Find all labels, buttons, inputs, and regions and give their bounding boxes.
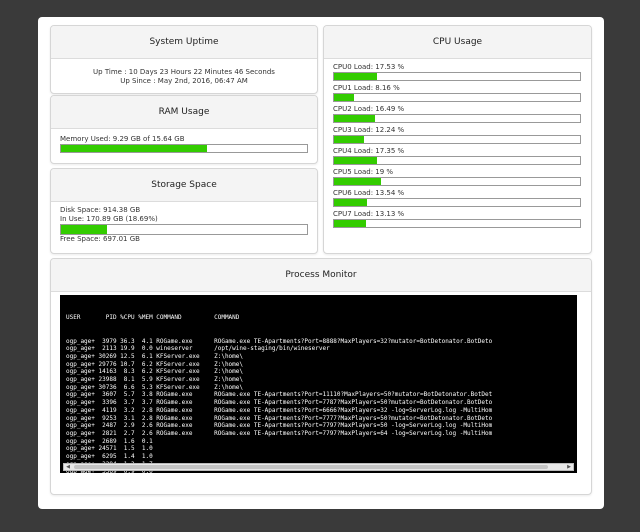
cpu-load-label: CPU2 Load: 16.49 % [333, 105, 405, 113]
cpu-load-label: CPU3 Load: 12.24 % [333, 126, 405, 134]
process-row: ogp_age+ 4119 3.2 2.8 ROGame.exe ROGame.… [66, 406, 493, 414]
cpu-row: CPU3 Load: 12.24 % [333, 126, 582, 147]
disk-in-use: In Use: 170.89 GB (18.69%) [60, 215, 158, 223]
process-panel: Process Monitor USER PID %CPU %MEM COMMA… [50, 258, 592, 495]
cpu-row: CPU0 Load: 17.53 % [333, 63, 582, 84]
cpu-load-fill [334, 220, 367, 227]
cpu-load-fill [334, 136, 365, 143]
ram-title: RAM Usage [51, 96, 317, 129]
disk-free: Free Space: 697.01 GB [60, 235, 140, 243]
cpu-load-label: CPU1 Load: 8.16 % [333, 84, 400, 92]
process-row: ogp_age+ 3979 36.3 4.1 ROGame.exe ROGame… [66, 337, 493, 345]
process-row: ogp_age+ 3607 5.7 3.8 ROGame.exe ROGame.… [66, 391, 493, 399]
cpu-load-bar [333, 114, 581, 123]
cpu-row: CPU5 Load: 19 % [333, 168, 582, 189]
storage-panel: Storage Space Disk Space: 914.38 GB In U… [50, 168, 318, 254]
process-row: ogp_age+ 3396 3.7 3.7 ROGame.exe ROGame.… [66, 399, 493, 407]
scroll-right-icon[interactable]: ▶ [565, 464, 573, 470]
process-row: ogp_age+ 24571 1.5 1.0 [66, 445, 153, 453]
uptime-since: Up Since : May 2nd, 2016, 06:47 AM [120, 77, 248, 85]
disk-space: Disk Space: 914.38 GB [60, 206, 141, 214]
cpu-load-bar [333, 198, 581, 207]
process-row: ogp_age+ 29776 10.7 6.2 KFServer.exe Z:\… [66, 360, 244, 368]
cpu-load-fill [334, 94, 355, 101]
cpu-row: CPU6 Load: 13.54 % [333, 189, 582, 210]
scroll-left-icon[interactable]: ◀ [64, 464, 72, 470]
storage-progress-fill [61, 225, 107, 234]
uptime-panel: System Uptime Up Time : 10 Days 23 Hours… [50, 25, 318, 94]
cpu-load-label: CPU4 Load: 17.35 % [333, 147, 405, 155]
cpu-load-fill [334, 157, 377, 164]
cpu-load-bar [333, 219, 581, 228]
cpu-load-bar [333, 177, 581, 186]
cpu-row: CPU2 Load: 16.49 % [333, 105, 582, 126]
cpu-load-bar [333, 93, 581, 102]
process-row: ogp_age+ 2821 2.7 2.6 ROGame.exe ROGame.… [66, 429, 493, 437]
process-row: ogp_age+ 2487 2.9 2.6 ROGame.exe ROGame.… [66, 422, 493, 430]
ram-panel: RAM Usage Memory Used: 9.29 GB of 15.64 … [50, 95, 318, 164]
process-title: Process Monitor [51, 259, 591, 292]
cpu-load-bar [333, 72, 581, 81]
cpu-load-fill [334, 199, 368, 206]
process-row: ogp_age+ 30269 12.5 6.1 KFServer.exe Z:\… [66, 352, 244, 360]
cpu-load-bar [333, 156, 581, 165]
scrollbar-thumb[interactable] [74, 465, 548, 469]
uptime-value: Up Time : 10 Days 23 Hours 22 Minutes 46… [93, 68, 275, 76]
horizontal-scrollbar[interactable]: ◀ ▶ [63, 463, 574, 471]
process-row: ogp_age+ 2113 19.9 0.0 wineserver /opt/w… [66, 345, 330, 353]
cpu-title: CPU Usage [324, 26, 591, 59]
process-row: ogp_age+ 6295 1.4 1.0 [66, 453, 153, 461]
cpu-row: CPU1 Load: 8.16 % [333, 84, 582, 105]
ram-progress-fill [61, 145, 208, 152]
ram-progress-bar [60, 144, 308, 153]
cpu-row: CPU4 Load: 17.35 % [333, 147, 582, 168]
process-row: ogp_age+ 2689 1.6 0.1 [66, 437, 153, 445]
process-row: ogp_age+ 30736 6.6 5.3 KFServer.exe Z:\h… [66, 383, 244, 391]
cpu-load-fill [334, 73, 378, 80]
cpu-load-fill [334, 178, 381, 185]
process-table-header: USER PID %CPU %MEM COMMAND COMMAND [66, 314, 240, 322]
process-row: ogp_age+ 23988 8.1 5.9 KFServer.exe Z:\h… [66, 376, 244, 384]
cpu-load-bar [333, 135, 581, 144]
process-terminal[interactable]: USER PID %CPU %MEM COMMAND COMMAND ogp_a… [60, 295, 577, 473]
process-row: ogp_age+ 9253 3.1 2.8 ROGame.exe ROGame.… [66, 414, 493, 422]
storage-progress-bar [60, 224, 308, 235]
cpu-row: CPU7 Load: 13.13 % [333, 210, 582, 231]
ram-label: Memory Used: 9.29 GB of 15.64 GB [60, 135, 185, 143]
uptime-title: System Uptime [51, 26, 317, 59]
cpu-panel: CPU Usage CPU0 Load: 17.53 % CPU1 Load: 8… [323, 25, 592, 254]
cpu-load-label: CPU7 Load: 13.13 % [333, 210, 405, 218]
cpu-load-fill [334, 115, 375, 122]
cpu-list: CPU0 Load: 17.53 % CPU1 Load: 8.16 % CPU2 … [324, 59, 591, 231]
cpu-load-label: CPU5 Load: 19 % [333, 168, 394, 176]
cpu-load-label: CPU0 Load: 17.53 % [333, 63, 405, 71]
cpu-load-label: CPU6 Load: 13.54 % [333, 189, 405, 197]
storage-title: Storage Space [51, 169, 317, 202]
dashboard-sheet: System Uptime Up Time : 10 Days 23 Hours… [38, 17, 604, 509]
process-row: ogp_age+ 14163 8.3 6.2 KFServer.exe Z:\h… [66, 368, 244, 376]
